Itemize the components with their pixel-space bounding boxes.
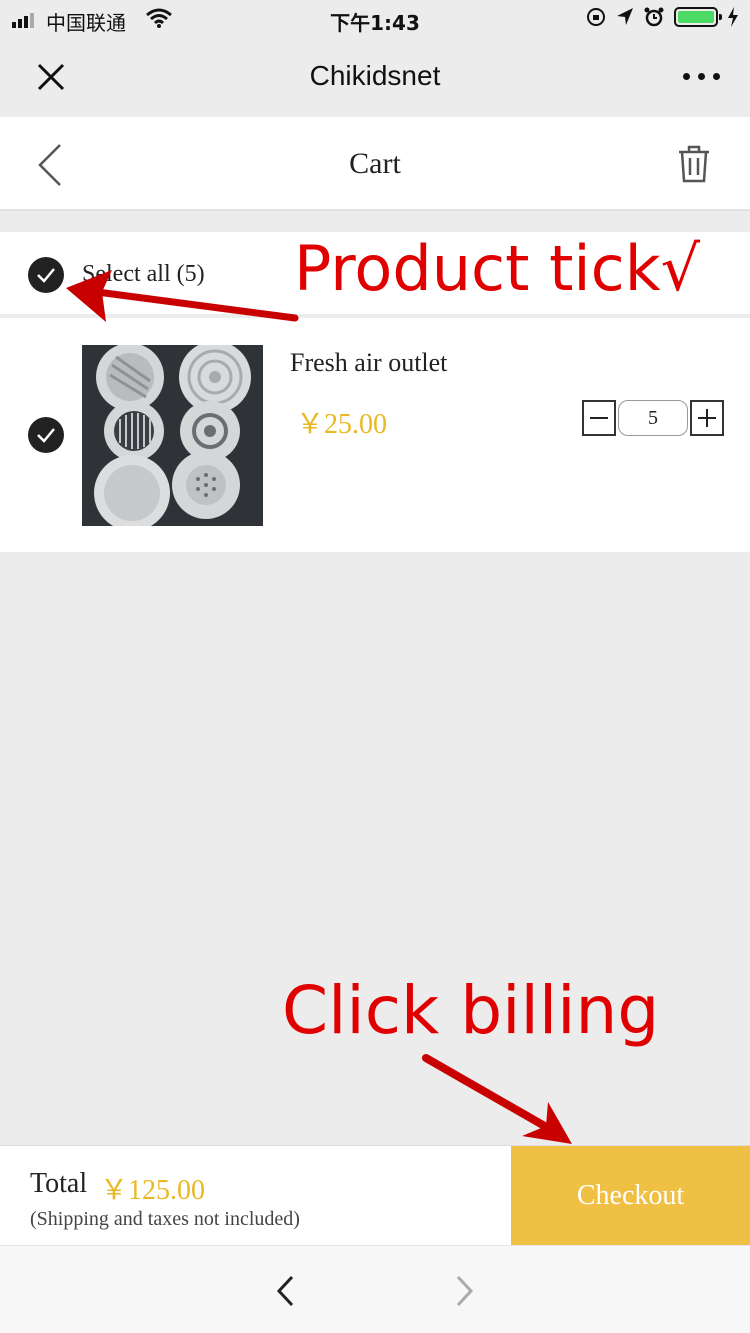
increase-quantity-button[interactable] [690,400,724,436]
browser-nav-bar [0,1245,750,1333]
cart-item: Fresh air outlet ￥25.00 5 [0,318,750,552]
trash-icon[interactable] [678,145,710,183]
minus-icon [590,417,608,419]
decrease-quantity-button[interactable] [582,400,616,436]
product-price: ￥25.00 [296,409,388,440]
quantity-input[interactable]: 5 [618,400,688,436]
cart-header: Cart [0,117,750,211]
alarm-icon [644,7,664,27]
checkout-bar: Total ￥125.00 (Shipping and taxes not in… [0,1145,750,1246]
annotation-click-billing: Click billing [282,972,660,1049]
app-title: Chikidsnet [309,60,441,91]
product-image[interactable] [82,345,263,526]
lock-rotation-icon [587,8,605,26]
item-checkbox[interactable] [28,417,64,453]
page-title: Cart [349,147,401,180]
more-options-icon[interactable] [683,73,720,80]
plus-icon [698,409,716,427]
shipping-note: (Shipping and taxes not included) [30,1208,300,1230]
battery-icon [674,7,722,27]
select-all-checkbox[interactable] [28,257,64,293]
product-name[interactable]: Fresh air outlet [290,348,447,378]
arrow-to-checkout [422,1054,572,1144]
checkmark-icon [37,268,55,283]
app-header: Chikidsnet [0,40,750,116]
checkmark-icon [37,428,55,443]
total-label: Total [30,1168,88,1199]
status-bar: 中国联通 下午1:43 [0,0,750,40]
annotation-product-tick: Product tick√ [294,232,701,305]
browser-back-icon[interactable] [274,1274,296,1308]
browser-forward-icon[interactable] [454,1274,476,1308]
total-value: ￥125.00 [100,1175,206,1206]
checkout-button[interactable]: Checkout [511,1146,750,1246]
select-all-label[interactable]: Select all (5) [82,261,205,288]
quantity-stepper: 5 [582,400,724,436]
charging-icon [728,7,738,27]
location-icon [617,8,633,25]
